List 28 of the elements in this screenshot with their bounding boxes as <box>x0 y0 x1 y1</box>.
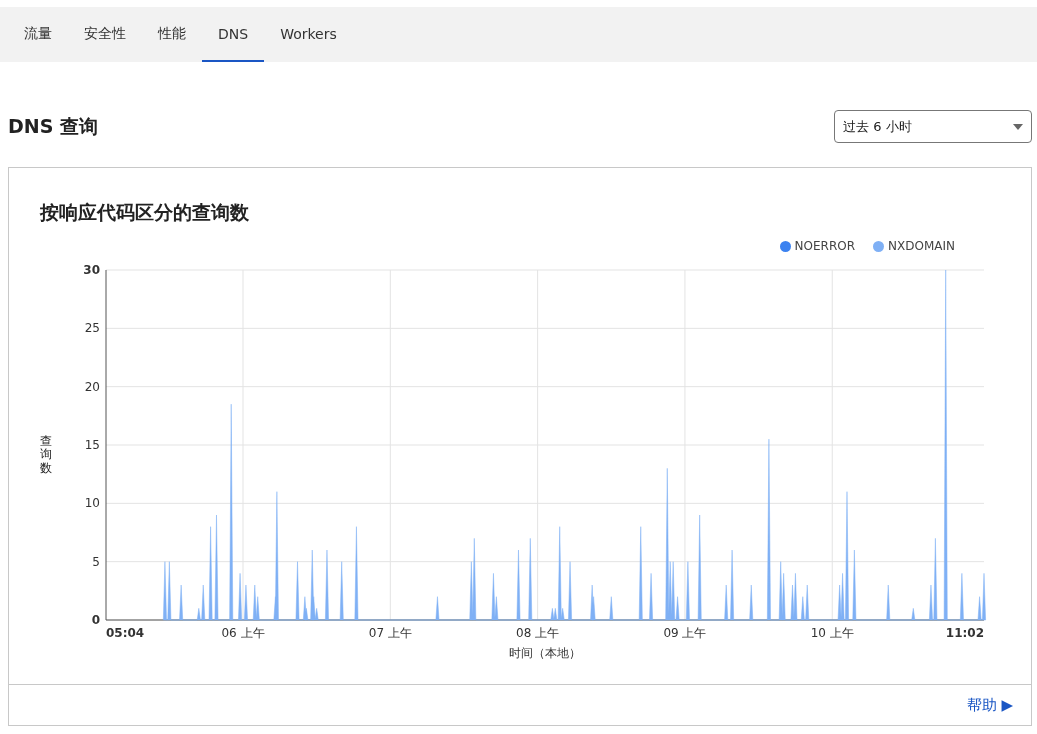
y-tick-label: 20 <box>84 379 100 394</box>
tab[interactable]: 性能 <box>142 7 202 62</box>
chart-title: 按响应代码区分的查询数 <box>40 200 250 225</box>
x-tick-label: 06 上午 <box>221 626 265 640</box>
y-tick-label: 5 <box>92 554 100 569</box>
help-link[interactable]: 帮助 ▶ <box>966 695 1013 715</box>
y-tick-label: 25 <box>84 321 100 336</box>
y-tick-label: 15 <box>84 438 100 452</box>
y-axis-label: 查询数 <box>40 435 52 475</box>
tab[interactable]: 安全性 <box>68 7 142 62</box>
x-tick-label: 07 上午 <box>368 626 412 640</box>
x-axis-label: 时间（本地） <box>509 646 581 660</box>
x-tick-label: 10 上午 <box>810 626 854 640</box>
caret-icon <box>1013 123 1023 130</box>
time-range-select[interactable]: 过去 6 小时 <box>834 110 1032 143</box>
tab[interactable]: Workers <box>264 7 353 62</box>
y-tick-label: 10 <box>84 496 100 511</box>
x-tick-label: 11:02 <box>945 626 984 640</box>
x-tick-label: 05:04 <box>106 626 145 640</box>
x-tick-label: 09 上午 <box>663 626 707 640</box>
tab[interactable]: DNS <box>202 7 265 62</box>
legend-label: NOERROR <box>794 239 856 253</box>
x-tick-label: 08 上午 <box>516 626 560 640</box>
y-tick-label: 30 <box>83 263 100 277</box>
section-title: DNS 查询 <box>8 113 98 139</box>
y-tick-label: 0 <box>91 613 100 627</box>
tab[interactable]: 流量 <box>8 7 68 62</box>
legend-label: NXDOMAIN <box>888 239 955 253</box>
